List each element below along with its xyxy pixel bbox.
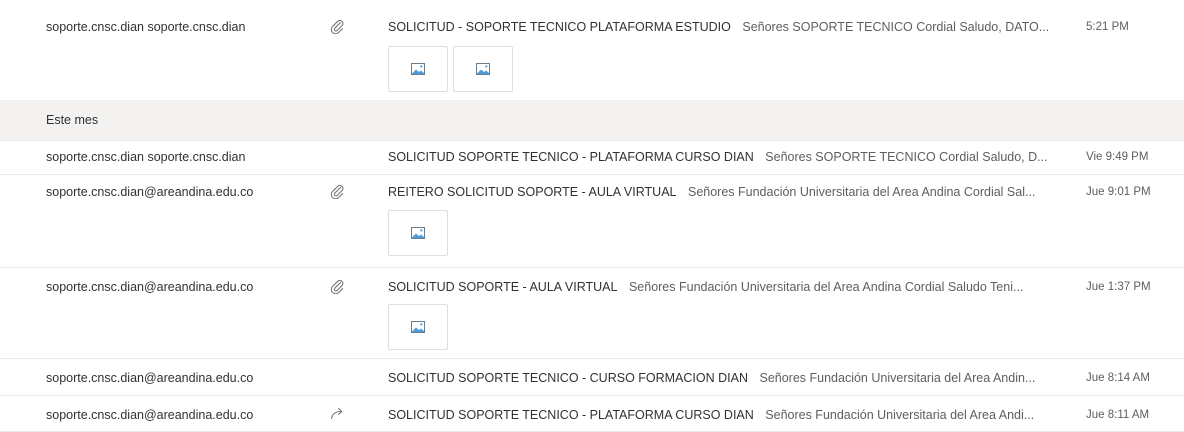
message-sender: soporte.cnsc.dian@areandina.edu.co <box>46 408 254 422</box>
image-icon <box>411 63 425 75</box>
attachment-thumbnail[interactable] <box>388 304 448 350</box>
message-summary: SOLICITUD - SOPORTE TECNICO PLATAFORMA E… <box>388 20 1068 34</box>
forward-arrow-icon <box>330 406 350 424</box>
message-preview: Señores Fundación Universitaria del Area… <box>765 408 1035 422</box>
message-row[interactable]: soporte.cnsc.dian soporte.cnsc.dian SOLI… <box>0 0 1184 101</box>
message-time: Vie 9:49 PM <box>1086 151 1149 163</box>
attachment-thumbnails <box>388 304 448 350</box>
paperclip-icon <box>330 278 350 296</box>
message-time: Jue 9:01 PM <box>1086 186 1151 198</box>
message-time: Jue 1:37 PM <box>1086 281 1151 293</box>
message-list: soporte.cnsc.dian soporte.cnsc.dian SOLI… <box>0 0 1184 432</box>
message-sender: soporte.cnsc.dian@areandina.edu.co <box>46 280 254 294</box>
group-header-label: Este mes <box>46 113 99 127</box>
message-subject: SOLICITUD SOPORTE - AULA VIRTUAL <box>388 280 618 294</box>
message-sender: soporte.cnsc.dian@areandina.edu.co <box>46 371 254 385</box>
message-subject: SOLICITUD SOPORTE TECNICO - CURSO FORMAC… <box>388 371 748 385</box>
message-time: Jue 8:14 AM <box>1086 372 1150 384</box>
message-subject: SOLICITUD - SOPORTE TECNICO PLATAFORMA E… <box>388 20 731 34</box>
message-sender: soporte.cnsc.dian soporte.cnsc.dian <box>46 150 246 164</box>
message-summary: SOLICITUD SOPORTE TECNICO - PLATAFORMA C… <box>388 150 1068 164</box>
message-preview: Señores SOPORTE TECNICO Cordial Saludo, … <box>742 20 1050 34</box>
message-preview: Señores Fundación Universitaria del Area… <box>628 280 1024 294</box>
message-subject: REITERO SOLICITUD SOPORTE - AULA VIRTUAL <box>388 185 677 199</box>
attachment-thumbnail[interactable] <box>453 46 513 92</box>
message-summary: SOLICITUD SOPORTE TECNICO - PLATAFORMA C… <box>388 408 1068 422</box>
message-subject: SOLICITUD SOPORTE TECNICO - PLATAFORMA C… <box>388 408 754 422</box>
message-summary: SOLICITUD SOPORTE - AULA VIRTUAL Señores… <box>388 280 1068 294</box>
paperclip-icon <box>330 183 350 201</box>
message-sender: soporte.cnsc.dian soporte.cnsc.dian <box>46 20 246 34</box>
image-icon <box>411 227 425 239</box>
attachment-thumbnails <box>388 46 513 92</box>
message-row[interactable]: soporte.cnsc.dian@areandina.edu.co SOLIC… <box>0 396 1184 432</box>
group-header-este-mes[interactable]: Este mes <box>0 100 1184 141</box>
message-preview: Señores Fundación Universitaria del Area… <box>687 185 1036 199</box>
message-time: 5:21 PM <box>1086 21 1129 33</box>
message-summary: REITERO SOLICITUD SOPORTE - AULA VIRTUAL… <box>388 185 1068 199</box>
image-icon <box>411 321 425 333</box>
attachment-thumbnails <box>388 210 448 256</box>
message-sender: soporte.cnsc.dian@areandina.edu.co <box>46 185 254 199</box>
message-row[interactable]: soporte.cnsc.dian@areandina.edu.co REITE… <box>0 175 1184 268</box>
message-summary: SOLICITUD SOPORTE TECNICO - CURSO FORMAC… <box>388 371 1068 385</box>
image-icon <box>476 63 490 75</box>
message-row[interactable]: soporte.cnsc.dian soporte.cnsc.dian SOLI… <box>0 141 1184 175</box>
message-subject: SOLICITUD SOPORTE TECNICO - PLATAFORMA C… <box>388 150 754 164</box>
message-time: Jue 8:11 AM <box>1086 409 1150 421</box>
message-preview: Señores SOPORTE TECNICO Cordial Saludo, … <box>765 150 1048 164</box>
message-preview: Señores Fundación Universitaria del Area… <box>759 371 1036 385</box>
attachment-thumbnail[interactable] <box>388 210 448 256</box>
paperclip-icon <box>330 18 350 36</box>
message-row[interactable]: soporte.cnsc.dian@areandina.edu.co SOLIC… <box>0 268 1184 359</box>
message-row[interactable]: soporte.cnsc.dian@areandina.edu.co SOLIC… <box>0 359 1184 396</box>
attachment-thumbnail[interactable] <box>388 46 448 92</box>
